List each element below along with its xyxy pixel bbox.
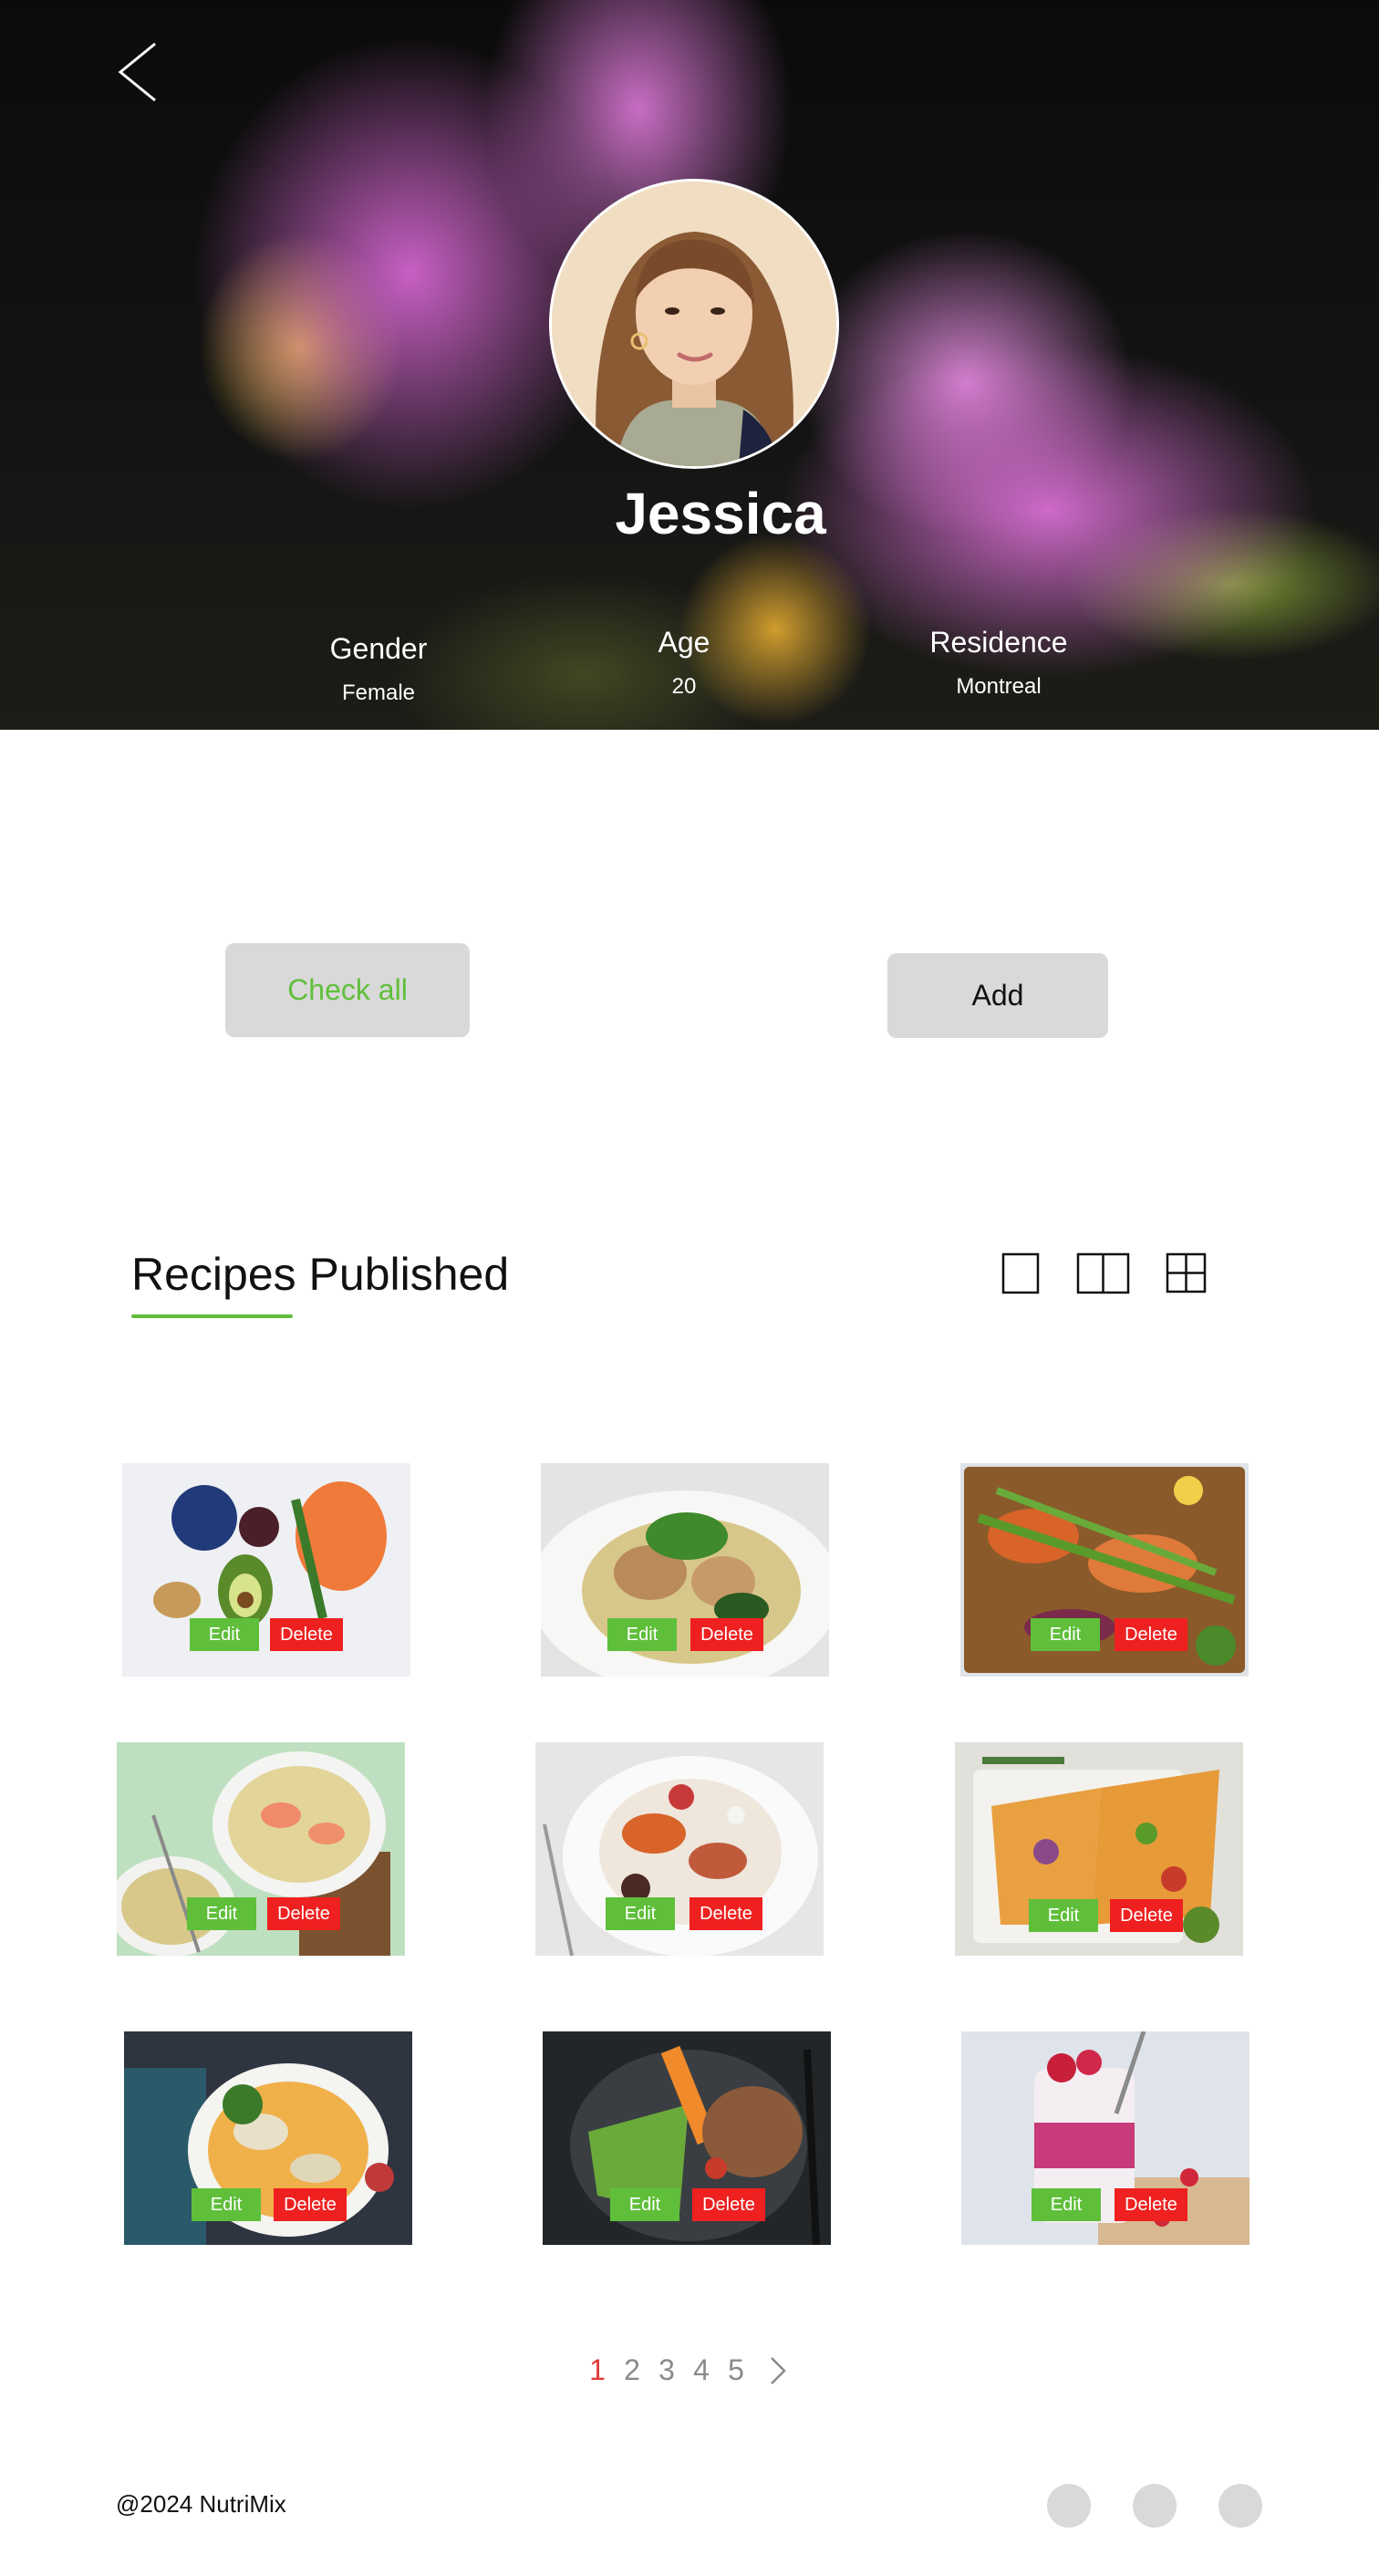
recipe-card[interactable]: Edit Delete [955, 1742, 1243, 1956]
delete-button[interactable]: Delete [267, 1897, 340, 1930]
page-3[interactable]: 3 [649, 2353, 684, 2387]
profile-name: Jessica [615, 481, 826, 546]
stat-gender-value: Female [341, 680, 416, 705]
recipe-photo [960, 1463, 1249, 1677]
recipe-card[interactable]: Edit Delete [960, 1463, 1249, 1677]
section-underline [131, 1314, 293, 1318]
recipe-photo [961, 2031, 1249, 2245]
recipe-photo [543, 2031, 831, 2245]
recipe-photo [124, 2031, 412, 2245]
recipe-card[interactable]: Edit Delete [124, 2031, 412, 2245]
single-view-icon[interactable] [1001, 1252, 1042, 1294]
edit-button[interactable]: Edit [606, 1897, 675, 1930]
recipe-photo [541, 1463, 829, 1677]
edit-button[interactable]: Edit [607, 1618, 677, 1651]
recipe-card[interactable]: Edit Delete [117, 1742, 405, 1956]
stat-residence-label: Residence [929, 626, 1068, 659]
recipe-card[interactable]: Edit Delete [541, 1463, 829, 1677]
add-button[interactable]: Add [887, 953, 1108, 1038]
recipe-photo [122, 1463, 410, 1677]
pagination: 1 2 3 4 5 [580, 2353, 792, 2387]
recipe-photo [955, 1742, 1243, 1956]
delete-button[interactable]: Delete [1115, 2188, 1187, 2221]
grid-view-icon[interactable] [1166, 1252, 1208, 1294]
edit-button[interactable]: Edit [610, 2188, 679, 2221]
social-link[interactable] [1047, 2484, 1091, 2528]
stat-residence-value: Montreal [956, 674, 1042, 699]
back-arrow-icon[interactable] [115, 40, 161, 104]
edit-button[interactable]: Edit [1029, 1899, 1098, 1932]
recipe-card[interactable]: Edit Delete [543, 2031, 831, 2245]
stat-gender-label: Gender [329, 632, 428, 665]
page-2[interactable]: 2 [615, 2353, 649, 2387]
edit-button[interactable]: Edit [187, 1897, 256, 1930]
stat-gender: Gender Female [306, 632, 451, 706]
edit-button[interactable]: Edit [1031, 1618, 1100, 1651]
social-link[interactable] [1133, 2484, 1177, 2528]
page-5[interactable]: 5 [719, 2353, 753, 2387]
delete-button[interactable]: Delete [274, 2188, 347, 2221]
two-column-view-icon[interactable] [1076, 1252, 1131, 1294]
recipe-photo [117, 1742, 405, 1956]
recipe-card[interactable]: Edit Delete [961, 2031, 1249, 2245]
avatar [549, 179, 839, 469]
stat-residence: Residence Montreal [912, 626, 1085, 700]
edit-button[interactable]: Edit [1032, 2188, 1101, 2221]
recipe-card[interactable]: Edit Delete [535, 1742, 824, 1956]
recipe-card[interactable]: Edit Delete [122, 1463, 410, 1677]
stat-age: Age 20 [629, 626, 739, 700]
delete-button[interactable]: Delete [1110, 1899, 1183, 1932]
check-all-button[interactable]: Check all [225, 943, 470, 1037]
stat-age-value: 20 [671, 674, 697, 699]
social-link[interactable] [1218, 2484, 1262, 2528]
edit-button[interactable]: Edit [192, 2188, 261, 2221]
delete-button[interactable]: Delete [690, 1618, 763, 1651]
section-title: Recipes Published [131, 1249, 510, 1300]
copyright-text: @2024 NutriMix [116, 2490, 286, 2518]
delete-button[interactable]: Delete [692, 2188, 765, 2221]
chevron-right-icon[interactable] [764, 2355, 792, 2386]
page-1[interactable]: 1 [580, 2353, 615, 2387]
stat-age-label: Age [658, 626, 710, 659]
delete-button[interactable]: Delete [1115, 1618, 1187, 1651]
delete-button[interactable]: Delete [270, 1618, 343, 1651]
page-4[interactable]: 4 [684, 2353, 719, 2387]
profile-hero: Jessica Gender Female Age 20 Residence M… [0, 0, 1379, 730]
delete-button[interactable]: Delete [690, 1897, 762, 1930]
recipe-photo [535, 1742, 824, 1956]
edit-button[interactable]: Edit [190, 1618, 259, 1651]
